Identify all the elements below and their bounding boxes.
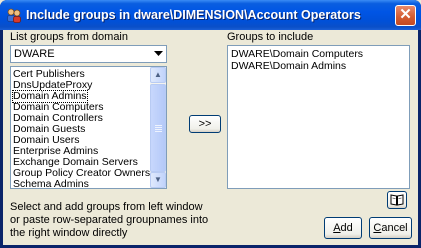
group-icon: [6, 7, 22, 23]
browse-button[interactable]: [387, 191, 407, 209]
book-icon: [390, 194, 404, 209]
domain-select-value: DWARE: [14, 48, 55, 60]
add-groups-button[interactable]: >>: [189, 115, 221, 133]
domain-select[interactable]: DWARE: [10, 45, 167, 63]
group-list-item[interactable]: Schema Admins: [13, 179, 89, 189]
add-button-label: dd: [340, 222, 353, 234]
groups-to-include-textarea[interactable]: DWARE\Domain Computers DWARE\Domain Admi…: [227, 45, 410, 189]
add-button[interactable]: Add: [324, 217, 362, 239]
include-line: DWARE\Domain Computers: [231, 48, 364, 60]
groups-listbox[interactable]: Cert Publishers DnsUpdateProxy Domain Admi…: [10, 66, 167, 189]
dialog-window: Include groups in dware\DIMENSION\Accoun…: [0, 0, 421, 248]
scroll-thumb[interactable]: [150, 84, 166, 172]
dialog-body: List groups from domain DWARE Cert Publi…: [3, 30, 418, 245]
include-line: DWARE\Domain Admins: [231, 60, 347, 72]
close-icon: ✕: [399, 6, 412, 23]
domain-list-label: List groups from domain: [10, 31, 128, 43]
cancel-button[interactable]: Cancel: [369, 217, 412, 239]
hint-line-2: or paste row-separated groupnames into: [10, 214, 209, 226]
close-button[interactable]: ✕: [395, 5, 416, 26]
hint-line-3: the right window directly: [10, 227, 128, 239]
groups-to-include-label: Groups to include: [227, 31, 314, 43]
hint-line-1: Select and add groups from left window: [10, 201, 203, 213]
add-button-mnemonic: A: [333, 222, 341, 234]
groups-scrollbar[interactable]: ▲ ▼: [150, 67, 166, 188]
title-bar[interactable]: Include groups in dware\DIMENSION\Accoun…: [0, 0, 421, 30]
scroll-down-icon[interactable]: ▼: [150, 172, 166, 188]
scroll-up-icon[interactable]: ▲: [150, 67, 166, 83]
window-title: Include groups in dware\DIMENSION\Accoun…: [26, 8, 361, 22]
cancel-button-label: ancel: [381, 222, 408, 234]
chevron-down-icon[interactable]: [149, 46, 166, 62]
